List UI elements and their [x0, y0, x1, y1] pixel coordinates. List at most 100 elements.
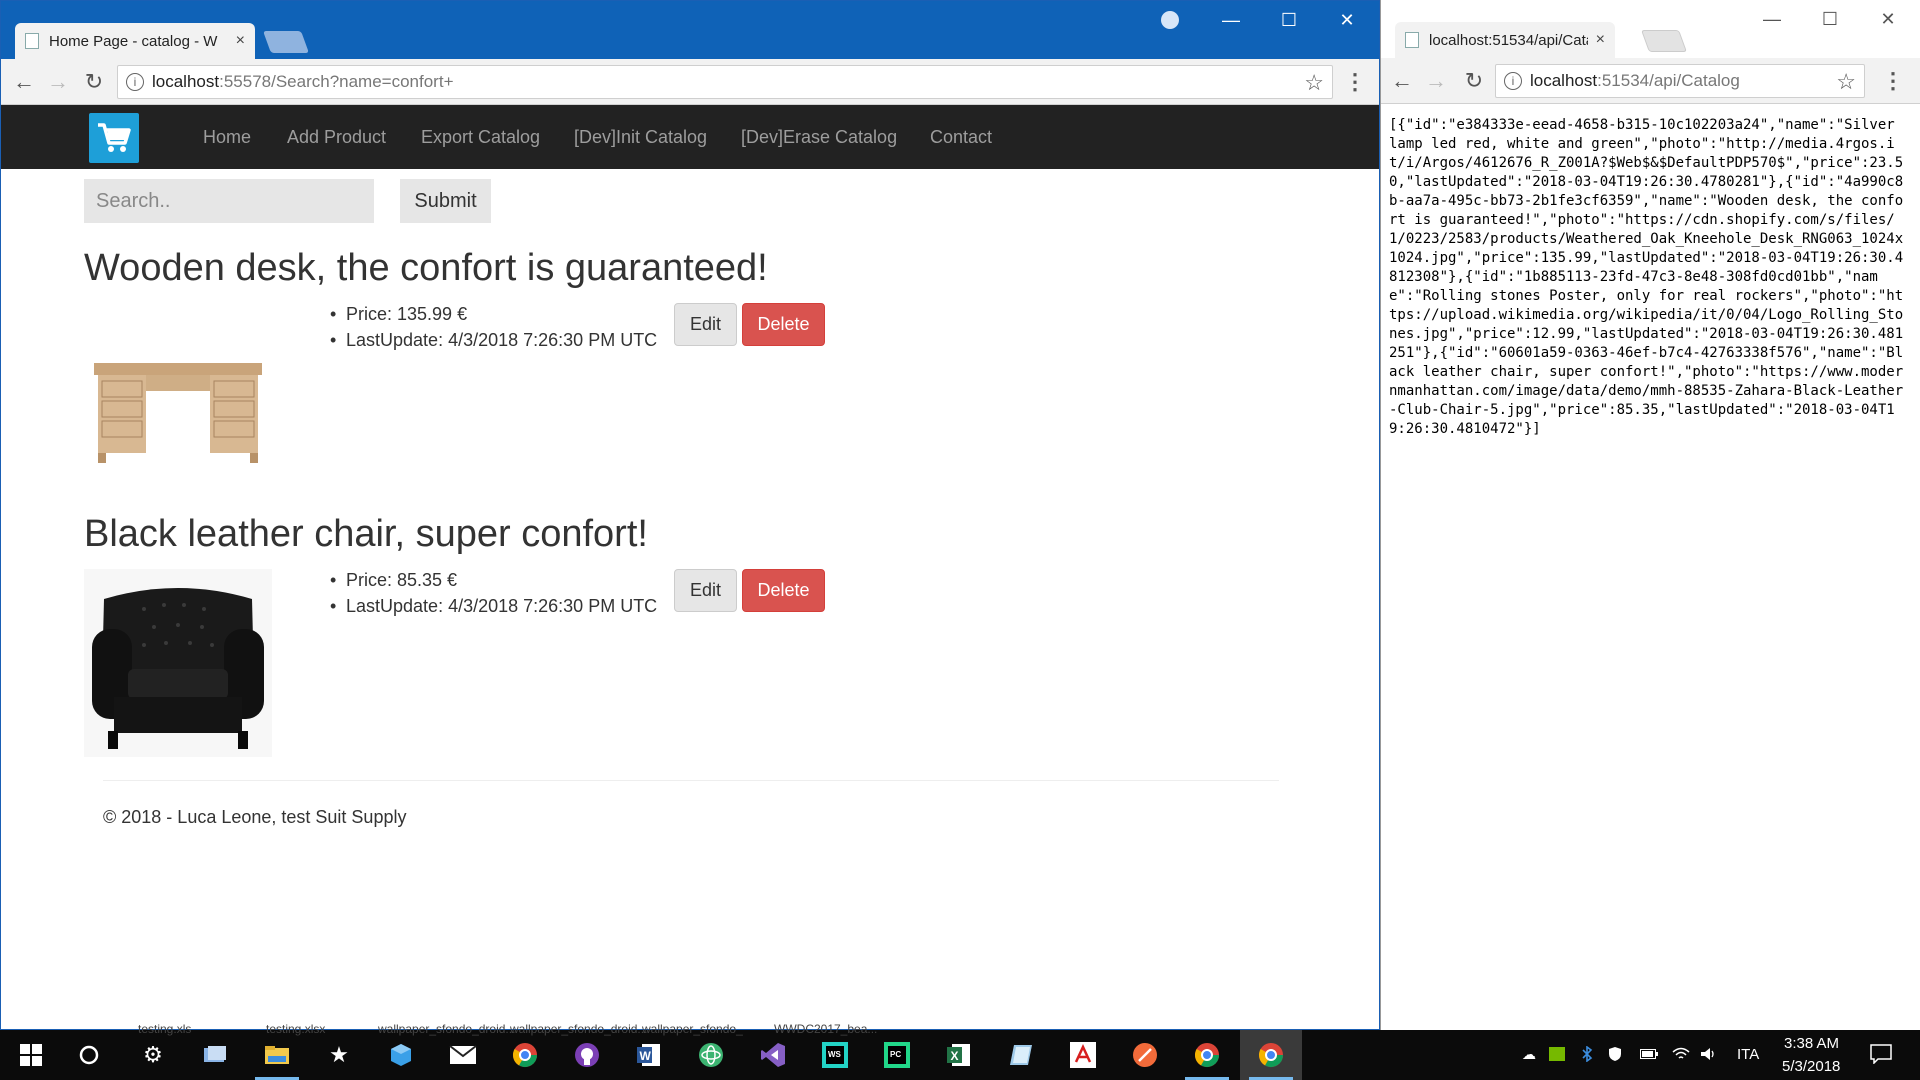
svg-text:W: W [640, 1049, 652, 1063]
clock-time[interactable]: 3:38 AM [1784, 1035, 1839, 1052]
url-host: localhost [1530, 71, 1598, 90]
desktop-file-label: wallpaper_sfondo_droid... [510, 1022, 648, 1036]
desktop-file-label: WWDC2017_bea... [774, 1022, 878, 1036]
close-window-button[interactable]: ✕ [1859, 0, 1917, 38]
volume-icon[interactable] [1700, 1045, 1718, 1063]
shopping-cart-icon[interactable] [89, 113, 139, 163]
close-window-button[interactable]: ✕ [1318, 1, 1376, 39]
task-view-icon[interactable] [200, 1040, 230, 1070]
nav-add-product[interactable]: Add Product [287, 127, 386, 148]
file-explorer-icon[interactable] [262, 1040, 292, 1070]
info-icon[interactable]: i [1504, 72, 1522, 90]
address-bar[interactable]: i localhost:55578/Search?name=confort+ ☆ [117, 65, 1333, 99]
nav-init-catalog[interactable]: [Dev]Init Catalog [574, 127, 707, 148]
product-price: Price: 85.35 € [328, 567, 657, 593]
bookmark-star-icon[interactable]: ☆ [1836, 69, 1856, 95]
forward-arrow-icon[interactable]: → [1421, 66, 1451, 96]
visual-studio-icon[interactable] [758, 1040, 788, 1070]
settings-gear-icon[interactable]: ⚙ [138, 1040, 168, 1070]
nav-erase-catalog[interactable]: [Dev]Erase Catalog [741, 127, 897, 148]
address-bar[interactable]: i localhost:51534/api/Catalog ☆ [1495, 64, 1865, 98]
new-tab-button[interactable] [262, 31, 310, 53]
chrome-icon-active[interactable] [1256, 1040, 1286, 1070]
cube-app-icon[interactable] [386, 1040, 416, 1070]
chrome-dev-icon[interactable] [510, 1040, 540, 1070]
delete-button[interactable]: Delete [742, 569, 825, 612]
back-arrow-icon[interactable]: ← [9, 67, 39, 97]
browser-window-main: Home Page - catalog - W × — ☐ ✕ ← → ↻ i … [0, 0, 1380, 1030]
chrome-icon[interactable] [1192, 1040, 1222, 1070]
tab-close-icon[interactable]: × [1596, 31, 1605, 49]
browser-toolbar: ← → ↻ i localhost:51534/api/Catalog ☆ ⋮ [1381, 58, 1920, 104]
maximize-button[interactable]: ☐ [1260, 1, 1318, 39]
cortana-search-icon[interactable] [74, 1040, 104, 1070]
bookmark-star-icon[interactable]: ☆ [1304, 70, 1324, 96]
edit-button[interactable]: Edit [674, 303, 737, 346]
tab-close-icon[interactable]: × [236, 32, 245, 50]
product-title: Black leather chair, super confort! [84, 513, 648, 555]
forward-arrow-icon[interactable]: → [43, 67, 73, 97]
pycharm-icon[interactable]: PC [882, 1040, 912, 1070]
info-icon[interactable]: i [126, 73, 144, 91]
edit-button[interactable]: Edit [674, 569, 737, 612]
tablet-app-icon[interactable] [1006, 1040, 1036, 1070]
maximize-button[interactable]: ☐ [1801, 0, 1859, 38]
word-icon[interactable]: W [634, 1040, 664, 1070]
tab-api-catalog[interactable]: localhost:51534/api/Cata × [1395, 22, 1615, 58]
product-image-wooden-desk [84, 303, 272, 491]
nvidia-icon[interactable] [1548, 1045, 1566, 1063]
clock-date[interactable]: 5/3/2018 [1782, 1058, 1840, 1075]
page-icon [25, 33, 39, 49]
onedrive-icon[interactable]: ☁ [1520, 1045, 1538, 1063]
web-page: Home Add Product Export Catalog [Dev]Ini… [1, 105, 1379, 1029]
desktop-file-label: wallpaper_sfondo_ [642, 1022, 743, 1036]
footer-divider [103, 780, 1279, 781]
nav-home[interactable]: Home [203, 127, 251, 148]
svg-text:X: X [951, 1049, 959, 1063]
chrome-menu-icon[interactable]: ⋮ [1882, 66, 1904, 96]
windows-start-icon[interactable] [16, 1040, 46, 1070]
tab-home-page[interactable]: Home Page - catalog - W × [15, 23, 255, 59]
tab-title: localhost:51534/api/Cata [1429, 31, 1588, 49]
nav-contact[interactable]: Contact [930, 127, 992, 148]
reload-icon[interactable]: ↻ [79, 67, 109, 97]
product-last-update: LastUpdate: 4/3/2018 7:26:30 PM UTC [328, 593, 657, 619]
reload-icon[interactable]: ↻ [1459, 66, 1489, 96]
excel-icon[interactable]: X [944, 1040, 974, 1070]
favorites-star-icon[interactable]: ★ [324, 1040, 354, 1070]
minimize-button[interactable]: — [1743, 0, 1801, 38]
minimize-button[interactable]: — [1202, 1, 1260, 39]
security-shield-icon[interactable] [1606, 1045, 1624, 1063]
title-bar: localhost:51534/api/Cata × — ☐ ✕ [1381, 0, 1920, 58]
webstorm-icon[interactable]: WS [820, 1040, 850, 1070]
wifi-icon[interactable] [1672, 1045, 1690, 1063]
product-details: Price: 135.99 € LastUpdate: 4/3/2018 7:2… [328, 301, 657, 353]
bluetooth-icon[interactable] [1578, 1045, 1596, 1063]
new-tab-button[interactable] [1640, 30, 1688, 52]
page-icon [1405, 32, 1419, 48]
feather-app-icon[interactable] [1130, 1040, 1160, 1070]
desktop-file-label: testing.xlsx [266, 1022, 326, 1036]
site-navbar: Home Add Product Export Catalog [Dev]Ini… [1, 105, 1379, 169]
chrome-menu-icon[interactable]: ⋮ [1344, 67, 1366, 97]
acrobat-icon[interactable] [1068, 1040, 1098, 1070]
input-language[interactable]: ITA [1737, 1046, 1759, 1063]
delete-button[interactable]: Delete [742, 303, 825, 346]
tab-title: Home Page - catalog - W [49, 32, 218, 50]
profile-icon[interactable] [1161, 11, 1179, 29]
action-center-icon[interactable] [1870, 1043, 1892, 1065]
desktop-file-label: wallpaper_sfondo_droid... [378, 1022, 516, 1036]
url-path: :55578/Search?name=confort+ [219, 72, 454, 91]
product-image-black-leather-chair [84, 569, 272, 757]
github-icon[interactable] [572, 1040, 602, 1070]
search-input[interactable] [84, 179, 374, 223]
mail-icon[interactable] [448, 1040, 478, 1070]
battery-icon[interactable] [1640, 1045, 1658, 1063]
submit-button[interactable]: Submit [400, 179, 491, 223]
url-path: :51534/api/Catalog [1597, 71, 1740, 90]
atom-icon[interactable] [696, 1040, 726, 1070]
back-arrow-icon[interactable]: ← [1387, 66, 1417, 96]
nav-export-catalog[interactable]: Export Catalog [421, 127, 540, 148]
title-bar: Home Page - catalog - W × — ☐ ✕ [1, 1, 1379, 59]
svg-text:PC: PC [890, 1050, 901, 1059]
